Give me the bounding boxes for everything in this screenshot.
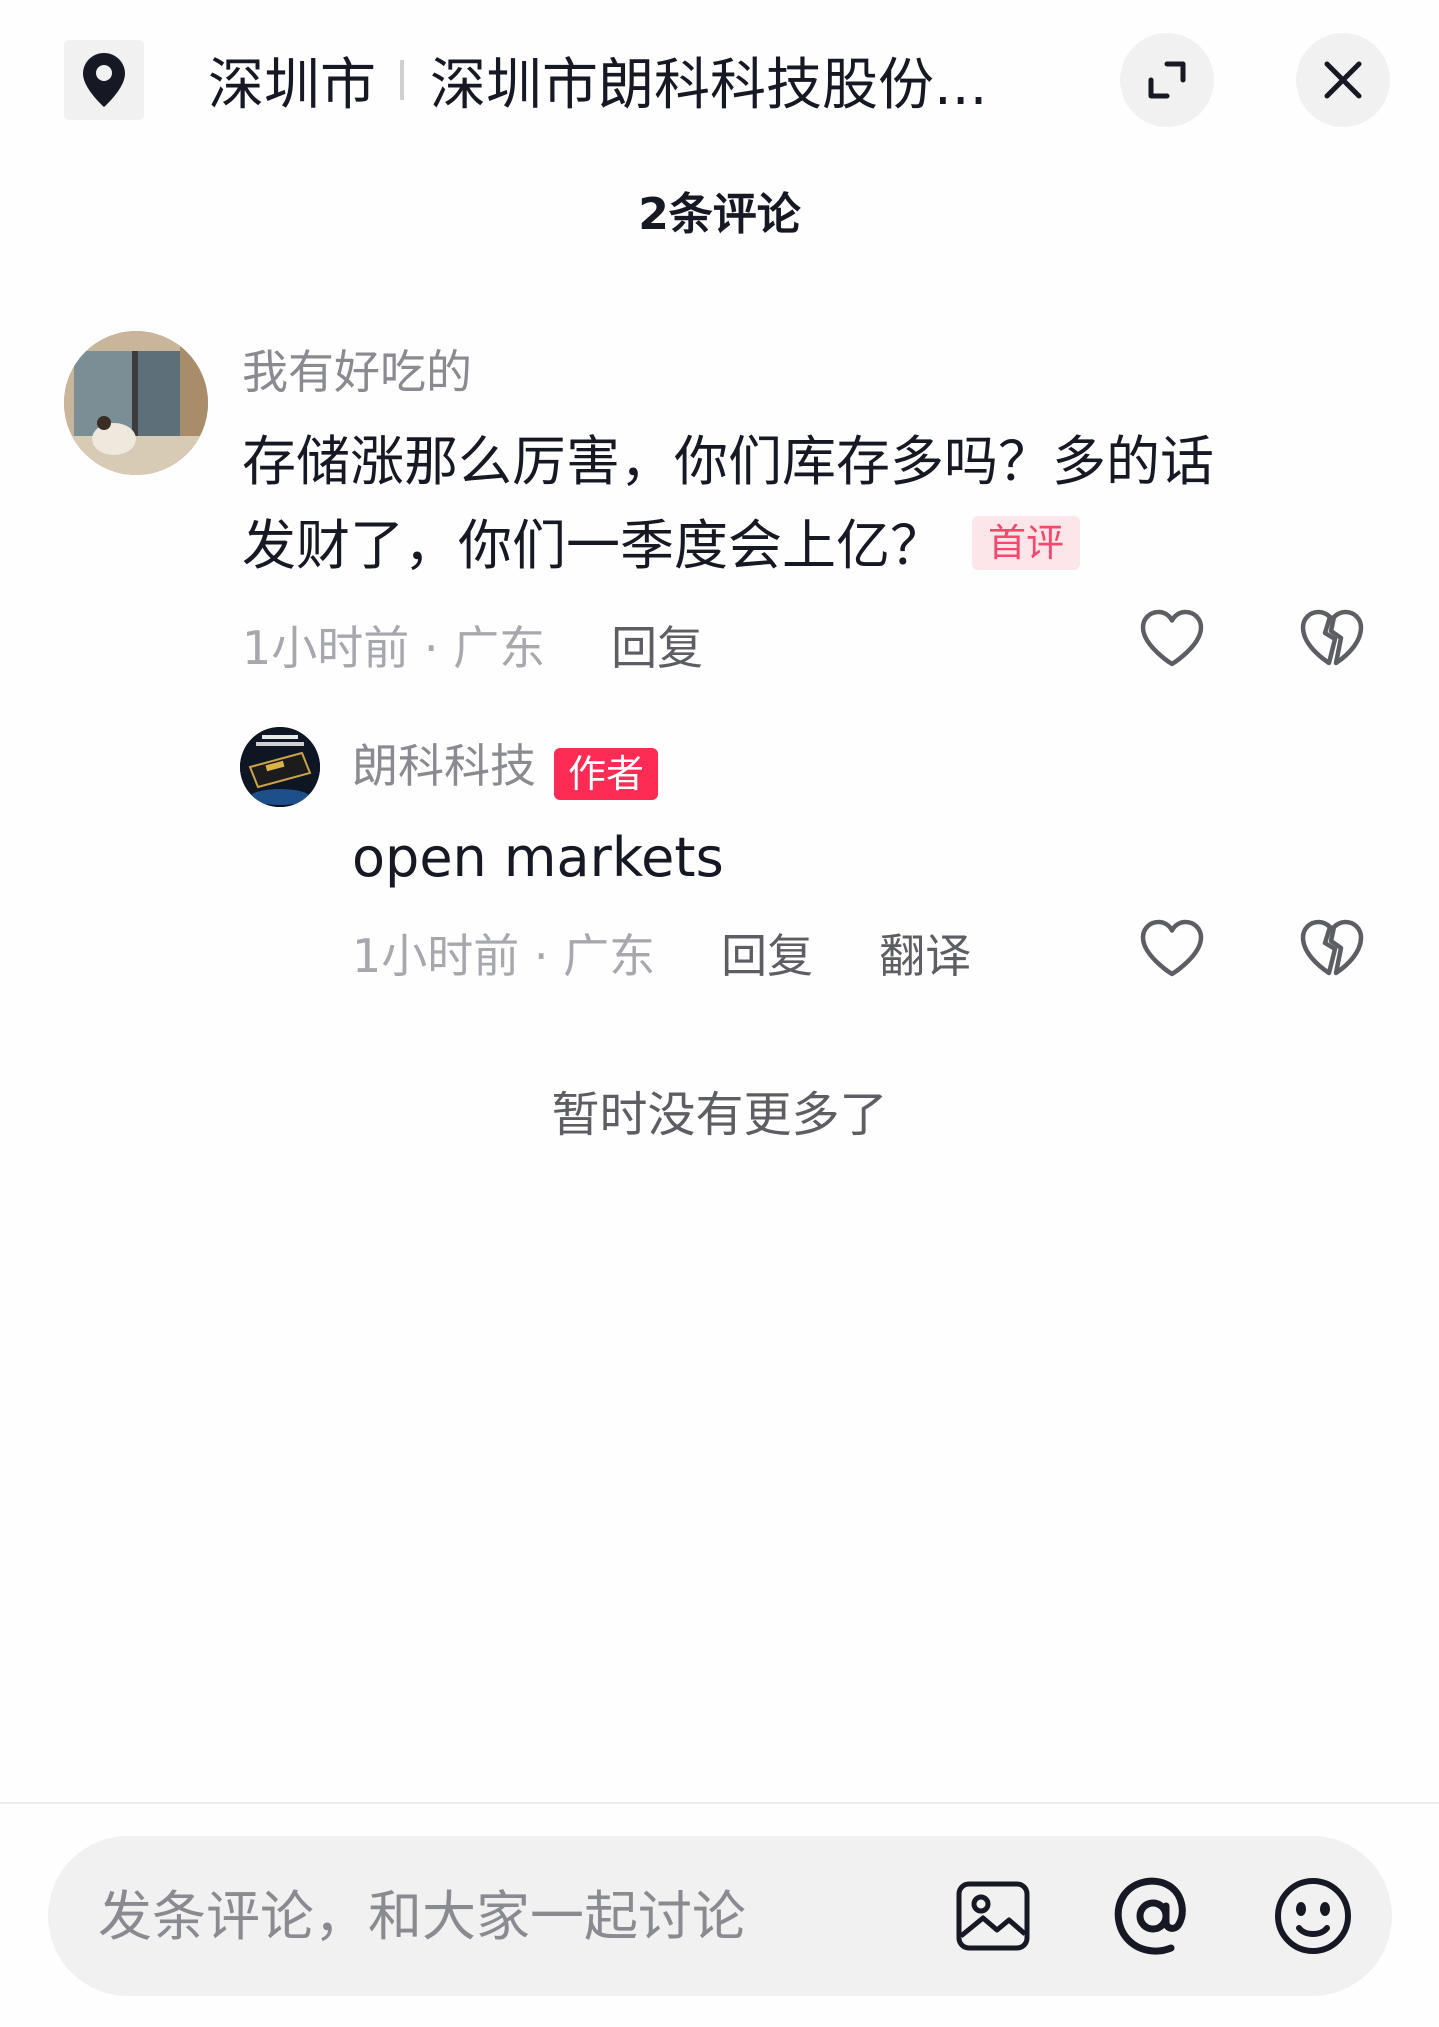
location-button[interactable] xyxy=(64,40,144,120)
city-label: 深圳市 xyxy=(208,52,376,118)
location-title[interactable]: 深圳市 深圳市朗科科技股份... xyxy=(208,40,1068,120)
close-button[interactable] xyxy=(1296,33,1390,127)
title-separator xyxy=(400,60,404,100)
comment-text-line: 存储涨那么厉害，你们库存多吗？多的话 xyxy=(242,430,1214,493)
emoji-icon xyxy=(1275,1878,1351,1954)
avatar[interactable] xyxy=(64,331,208,475)
close-icon xyxy=(1324,61,1362,99)
heart-icon xyxy=(1140,609,1204,667)
reply-button[interactable]: 回复 xyxy=(721,929,813,983)
avatar[interactable] xyxy=(240,727,320,807)
expand-icon xyxy=(1148,61,1186,99)
mention-button[interactable] xyxy=(1108,1871,1198,1961)
location-pin-icon xyxy=(83,53,125,107)
comment-username[interactable]: 我有好吃的 xyxy=(242,336,472,402)
reply-text: open markets xyxy=(352,826,724,889)
comment-composer xyxy=(48,1836,1392,1996)
no-more-comments: 暂时没有更多了 xyxy=(551,1087,888,1143)
comment-count: 2条评论 xyxy=(638,189,801,240)
at-mention-icon xyxy=(1114,1877,1186,1955)
reply-button[interactable]: 回复 xyxy=(611,621,703,675)
place-label: 深圳市朗科科技股份... xyxy=(430,52,988,118)
emoji-button[interactable] xyxy=(1268,1871,1358,1961)
reply-meta: 1小时前 · 广东 回复 翻译 xyxy=(352,920,971,986)
translate-button[interactable]: 翻译 xyxy=(879,929,971,983)
like-button[interactable] xyxy=(1136,603,1208,675)
comment-input[interactable] xyxy=(98,1836,898,1996)
comment-time-location: 1小时前 · 广东 xyxy=(242,621,546,675)
reply-time-location: 1小时前 · 广东 xyxy=(352,929,656,983)
comment-text-span: 发财了，你们一季度会上亿？ xyxy=(242,514,944,577)
divider xyxy=(0,1802,1439,1804)
comment-text-line: 发财了，你们一季度会上亿？ 首评 xyxy=(242,504,1372,588)
comment-meta: 1小时前 · 广东 回复 xyxy=(242,612,703,678)
image-icon xyxy=(956,1881,1030,1951)
comment-text: 存储涨那么厉害，你们库存多吗？多的话 发财了，你们一季度会上亿？ 首评 xyxy=(242,420,1372,588)
dislike-button[interactable] xyxy=(1296,603,1368,675)
broken-heart-icon xyxy=(1300,609,1364,666)
author-badge: 作者 xyxy=(554,747,659,800)
reply-username[interactable]: 朗科科技 xyxy=(352,739,536,793)
expand-button[interactable] xyxy=(1120,33,1214,127)
like-button[interactable] xyxy=(1136,913,1208,985)
image-button[interactable] xyxy=(948,1871,1038,1961)
dislike-button[interactable] xyxy=(1296,913,1368,985)
first-comment-badge: 首评 xyxy=(972,516,1081,571)
broken-heart-icon xyxy=(1300,919,1364,976)
heart-icon xyxy=(1140,919,1204,977)
reply-username-row: 朗科科技 作者 xyxy=(352,730,659,804)
